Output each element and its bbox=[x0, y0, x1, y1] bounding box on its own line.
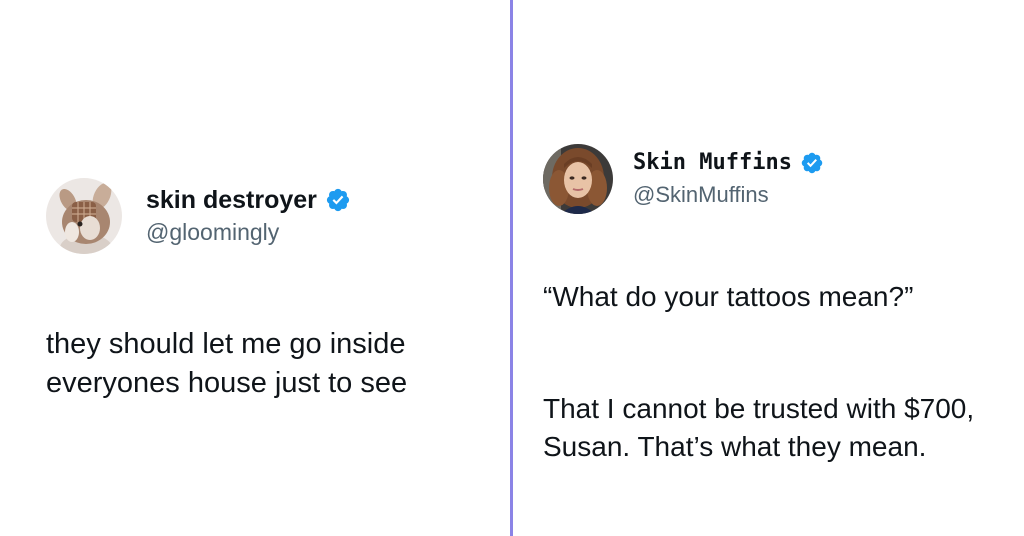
tweet-header: Skin Muffins @SkinMuffins bbox=[543, 144, 1018, 214]
name-row: skin destroyer bbox=[146, 185, 351, 215]
woman-portrait-avatar-icon bbox=[543, 144, 613, 214]
tweet-card-skin-destroyer: skin destroyer @gloomingly they should l… bbox=[46, 178, 496, 442]
display-name[interactable]: skin destroyer bbox=[146, 185, 317, 215]
verified-badge-icon bbox=[800, 151, 824, 175]
verified-badge-icon bbox=[325, 187, 351, 213]
panel-divider bbox=[510, 0, 513, 536]
bunny-plush-avatar-icon bbox=[46, 178, 122, 254]
name-block: skin destroyer @gloomingly bbox=[146, 185, 351, 247]
display-name[interactable]: Skin Muffins bbox=[633, 148, 792, 178]
tweet-paragraph: That I cannot be trusted with $700, Susa… bbox=[543, 393, 975, 462]
avatar[interactable] bbox=[543, 144, 613, 214]
tweet-text: “What do your tattoos mean?” That I cann… bbox=[543, 240, 1018, 504]
tweet-paragraph: “What do your tattoos mean?” bbox=[543, 281, 914, 312]
handle[interactable]: @SkinMuffins bbox=[633, 180, 824, 210]
tweet-card-skin-muffins: Skin Muffins @SkinMuffins “What do your … bbox=[543, 144, 1018, 504]
avatar[interactable] bbox=[46, 178, 122, 254]
handle[interactable]: @gloomingly bbox=[146, 217, 351, 247]
tweet-paragraph: they should let me go inside everyones h… bbox=[46, 328, 408, 399]
name-block: Skin Muffins @SkinMuffins bbox=[633, 148, 824, 210]
name-row: Skin Muffins bbox=[633, 148, 824, 178]
tweet-text: they should let me go inside everyones h… bbox=[46, 286, 496, 442]
tweet-header: skin destroyer @gloomingly bbox=[46, 178, 496, 254]
